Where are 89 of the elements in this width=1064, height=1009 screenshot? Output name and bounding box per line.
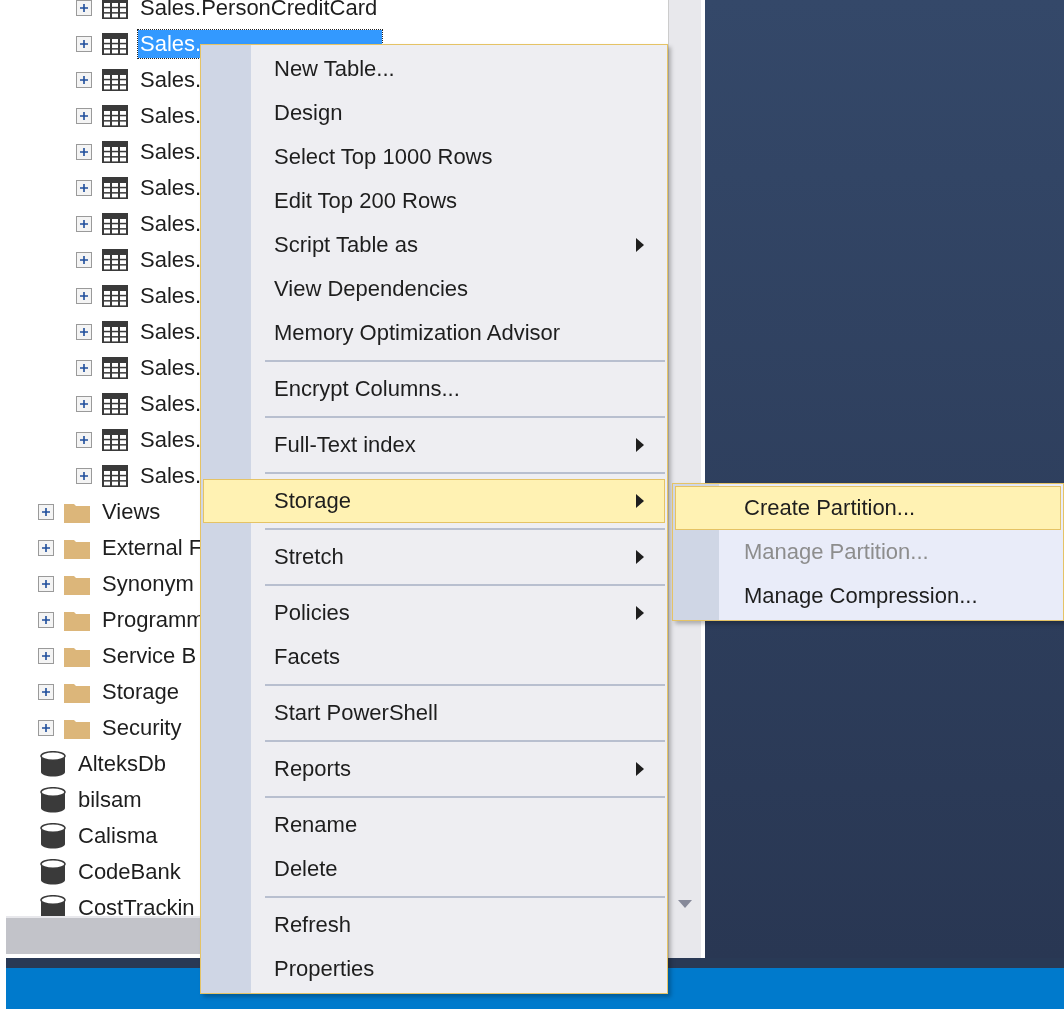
expand-icon[interactable] [76,0,92,16]
database-icon [40,751,66,777]
expand-icon[interactable] [76,468,92,484]
menu-item[interactable]: Manage Compression... [675,574,1061,618]
database-icon [40,823,66,849]
tree-node[interactable]: Sales. [138,102,204,130]
expand-icon[interactable] [76,324,92,340]
expand-icon[interactable] [76,216,92,232]
folder-icon [64,609,90,631]
expand-icon[interactable] [38,720,54,736]
menu-item[interactable]: Reports [203,747,665,791]
tree-node[interactable]: Sales. [138,246,204,274]
tree-node[interactable]: Service B [100,642,199,670]
table-icon [102,105,128,127]
tree-node[interactable]: Views [100,498,163,526]
table-icon [102,177,128,199]
table-icon [102,141,128,163]
tree-node[interactable]: Sales. [138,426,204,454]
folder-icon [64,681,90,703]
table-icon [102,357,128,379]
expand-icon[interactable] [76,432,92,448]
table-icon [102,69,128,91]
expand-icon[interactable] [76,360,92,376]
menu-item[interactable]: Encrypt Columns... [203,367,665,411]
menu-item[interactable]: New Table... [203,47,665,91]
table-icon [102,321,128,343]
menu-item[interactable]: View Dependencies [203,267,665,311]
table-icon [102,393,128,415]
database-icon [40,859,66,885]
menu-item[interactable]: Select Top 1000 Rows [203,135,665,179]
table-icon [102,213,128,235]
menu-item[interactable]: Properties [203,947,665,991]
menu-item[interactable]: Refresh [203,903,665,947]
tree-node[interactable]: Sales. [138,174,204,202]
tree-node[interactable]: CodeBank [76,858,183,886]
database-icon [40,787,66,813]
expand-icon[interactable] [76,108,92,124]
expand-icon[interactable] [76,72,92,88]
expand-icon[interactable] [76,180,92,196]
menu-item[interactable]: Storage [203,479,665,523]
expand-icon[interactable] [76,252,92,268]
tree-node[interactable]: Sales. [138,66,204,94]
tree-node[interactable]: Storage [100,678,182,706]
menu-item[interactable]: Full-Text index [203,423,665,467]
table-icon [102,465,128,487]
tree-node[interactable]: Calisma [76,822,160,850]
tree-node[interactable]: Sales. [138,138,204,166]
table-icon [102,429,128,451]
tree-node[interactable]: Sales. [138,210,204,238]
table-icon [102,285,128,307]
expand-icon[interactable] [38,648,54,664]
menu-item[interactable]: Start PowerShell [203,691,665,735]
menu-item[interactable]: Rename [203,803,665,847]
folder-icon [64,573,90,595]
tree-node[interactable]: Security [100,714,184,742]
expand-icon[interactable] [76,396,92,412]
table-icon [102,33,128,55]
menu-item[interactable]: Create Partition... [675,486,1061,530]
tree-node[interactable]: AlteksDb [76,750,169,778]
folder-icon [64,717,90,739]
expand-icon[interactable] [76,288,92,304]
expand-icon[interactable] [38,612,54,628]
tree-node[interactable]: Sales. [138,462,204,490]
menu-item[interactable]: Memory Optimization Advisor [203,311,665,355]
folder-icon [64,537,90,559]
expand-icon[interactable] [76,36,92,52]
expand-icon[interactable] [38,576,54,592]
menu-item[interactable]: Stretch [203,535,665,579]
scroll-down-icon[interactable] [678,900,692,908]
expand-icon[interactable] [38,540,54,556]
expand-icon[interactable] [76,144,92,160]
expand-icon[interactable] [38,684,54,700]
table-icon [102,249,128,271]
expand-icon[interactable] [38,504,54,520]
tree-node[interactable]: Sales. [138,282,204,310]
menu-item[interactable]: Design [203,91,665,135]
tree-node[interactable]: Sales. [138,390,204,418]
folder-icon [64,645,90,667]
menu-item[interactable]: Policies [203,591,665,635]
menu-item[interactable]: Facets [203,635,665,679]
tree-node[interactable]: bilsam [76,786,144,814]
tree-node[interactable]: Sales. [138,318,204,346]
folder-icon [64,501,90,523]
tree-node[interactable]: Synonym [100,570,196,598]
menu-item[interactable]: Delete [203,847,665,891]
tree-node[interactable]: CostTrackin [76,894,197,916]
menu-item[interactable]: Script Table as [203,223,665,267]
menu-item[interactable]: Edit Top 200 Rows [203,179,665,223]
tree-node[interactable]: Sales. [138,354,204,382]
